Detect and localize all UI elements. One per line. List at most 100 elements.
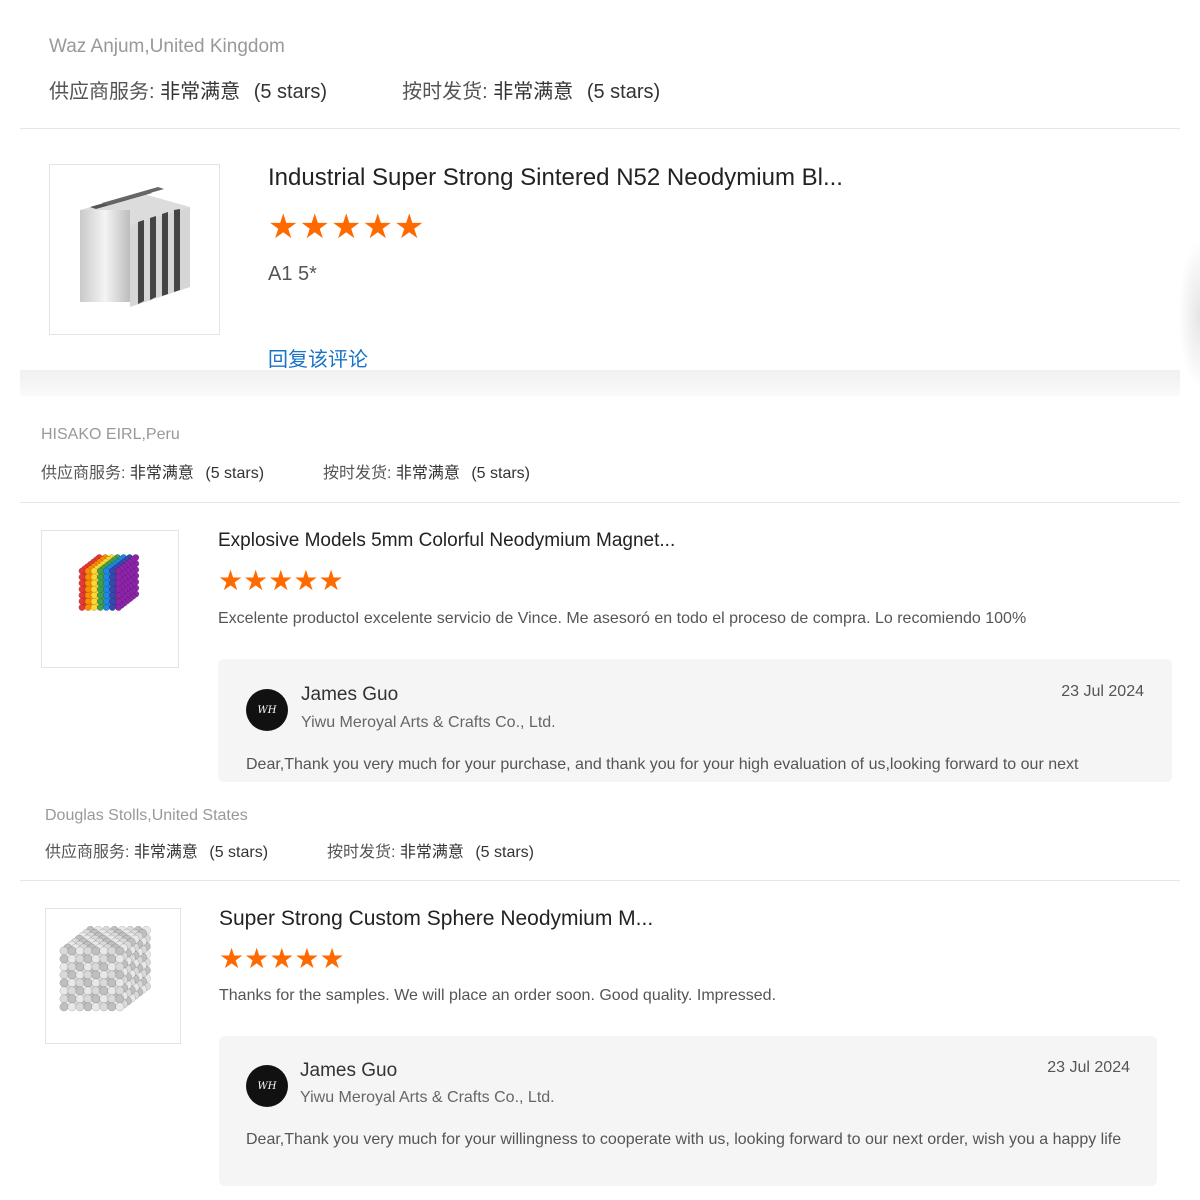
reply-author-name: James Guo	[300, 1060, 398, 1081]
silver-magnet-balls-image	[59, 925, 151, 1012]
magnet-ball	[115, 970, 125, 980]
magnet-ball	[99, 954, 109, 964]
star-icon: ★	[319, 943, 345, 974]
avatar: WH	[246, 1065, 288, 1107]
rating-row: 供应商服务: 非常满意 (5 stars) 按时发货: 非常满意 (5 star…	[49, 75, 660, 104]
magnet-ball	[59, 946, 69, 956]
magnet-ball	[83, 978, 93, 988]
magnet-ball	[83, 954, 93, 964]
star-icon: ★	[330, 208, 363, 246]
magnet-ball	[59, 1002, 69, 1012]
review-text: Thanks for the samples. We will place an…	[219, 987, 777, 1004]
star-icon: ★	[268, 208, 300, 246]
star-icon: ★	[293, 565, 319, 596]
star-icon: ★	[243, 565, 269, 596]
magnet-ball	[78, 579, 86, 587]
magnet-ball	[90, 573, 98, 581]
star-rating: ★★★★★	[218, 564, 344, 597]
magnet-ball	[115, 986, 125, 996]
magnet-ball	[96, 585, 104, 593]
supplier-service-stars: (5 stars)	[205, 465, 265, 482]
magnet-ball	[84, 591, 92, 599]
reviewer-name: Douglas Stolls,United States	[45, 807, 248, 824]
ontime-delivery-stars: (5 stars)	[586, 81, 661, 103]
magnet-ball	[107, 986, 117, 996]
supplier-service-value: 非常满意	[129, 465, 194, 482]
product-title[interactable]: Industrial Super Strong Sintered N52 Neo…	[268, 164, 843, 192]
reply-date: 23 Jul 2024	[1047, 1059, 1130, 1076]
magnet-ball	[96, 591, 104, 599]
magnet-ball	[83, 986, 93, 996]
star-icon: ★	[362, 208, 394, 246]
magnet-ball	[91, 978, 101, 988]
magnet-ball	[96, 567, 104, 575]
review-text: Excelente productoI excelente servicio d…	[218, 610, 1027, 627]
magnet-ball	[115, 954, 125, 964]
magnet-ball	[108, 567, 116, 575]
magnet-ball	[107, 970, 117, 980]
magnet-ball	[75, 970, 85, 980]
star-rating: ★★★★★	[219, 942, 345, 975]
magnet-ball	[115, 567, 122, 575]
magnet-ball	[99, 946, 109, 956]
reply-message: Dear,Thank you very much for your willin…	[246, 1131, 1122, 1148]
magnet-ball	[107, 954, 117, 964]
star-icon: ★	[318, 565, 344, 596]
supplier-service-value: 非常满意	[133, 844, 198, 861]
magnet-ball	[99, 978, 109, 988]
divider	[20, 128, 1180, 129]
supplier-reply: WH James Guo Yiwu Meroyal Arts & Crafts …	[219, 1036, 1157, 1186]
magnet-ball	[90, 591, 98, 599]
magnet-ball	[108, 579, 116, 587]
product-image[interactable]	[49, 164, 220, 335]
magnet-ball	[107, 962, 117, 972]
magnet-ball	[90, 604, 98, 611]
magnet-ball	[108, 591, 116, 599]
magnet-ball	[67, 978, 77, 988]
ontime-delivery-value: 非常满意	[493, 81, 574, 103]
magnet-ball	[115, 1002, 125, 1012]
magnet-ball	[67, 994, 77, 1004]
magnet-ball	[108, 604, 116, 611]
magnet-ball	[102, 573, 110, 581]
magnet-ball	[99, 1002, 109, 1012]
magnet-ball	[115, 946, 125, 956]
magnet-ball	[84, 567, 92, 575]
supplier-service-label: 供应商服务:	[41, 465, 126, 482]
reviewer-name: Waz Anjum,United Kingdom	[49, 36, 285, 57]
star-icon: ★	[218, 565, 244, 596]
product-title[interactable]: Explosive Models 5mm Colorful Neodymium …	[218, 530, 675, 552]
magnet-ball	[78, 585, 86, 593]
magnet-blocks-image	[80, 187, 190, 307]
magnet-ball	[67, 962, 77, 972]
reply-company: Yiwu Meroyal Arts & Crafts Co., Ltd.	[300, 1089, 555, 1106]
magnet-ball	[96, 573, 104, 581]
product-title[interactable]: Super Strong Custom Sphere Neodymium M..…	[219, 907, 653, 931]
review-text: A1 5*	[268, 263, 317, 285]
product-image[interactable]	[41, 530, 179, 668]
supplier-service-value: 非常满意	[160, 81, 241, 103]
magnet-ball	[75, 986, 85, 996]
magnet-ball	[102, 579, 110, 587]
magnet-ball	[115, 579, 122, 587]
magnet-ball	[91, 994, 101, 1004]
supplier-service-label: 供应商服务:	[49, 81, 155, 103]
magnet-ball	[84, 597, 92, 605]
ontime-delivery-label: 按时发货:	[326, 844, 396, 861]
magnet-ball	[99, 994, 109, 1004]
magnet-ball	[90, 585, 98, 593]
ontime-delivery-value: 非常满意	[399, 844, 464, 861]
scroll-fade	[20, 370, 1180, 396]
magnet-ball	[102, 604, 110, 611]
star-rating: ★★★★★	[268, 207, 425, 247]
reply-author-name: James Guo	[301, 684, 399, 705]
magnet-ball	[107, 946, 117, 956]
magnet-ball	[115, 994, 125, 1004]
reply-to-review-link[interactable]: 回复该评论	[268, 343, 368, 372]
magnet-ball	[78, 597, 86, 605]
product-image[interactable]	[45, 908, 181, 1044]
magnet-ball	[75, 946, 85, 956]
reply-company: Yiwu Meroyal Arts & Crafts Co., Ltd.	[301, 714, 556, 731]
magnet-ball	[96, 579, 104, 587]
magnet-ball	[115, 585, 122, 593]
